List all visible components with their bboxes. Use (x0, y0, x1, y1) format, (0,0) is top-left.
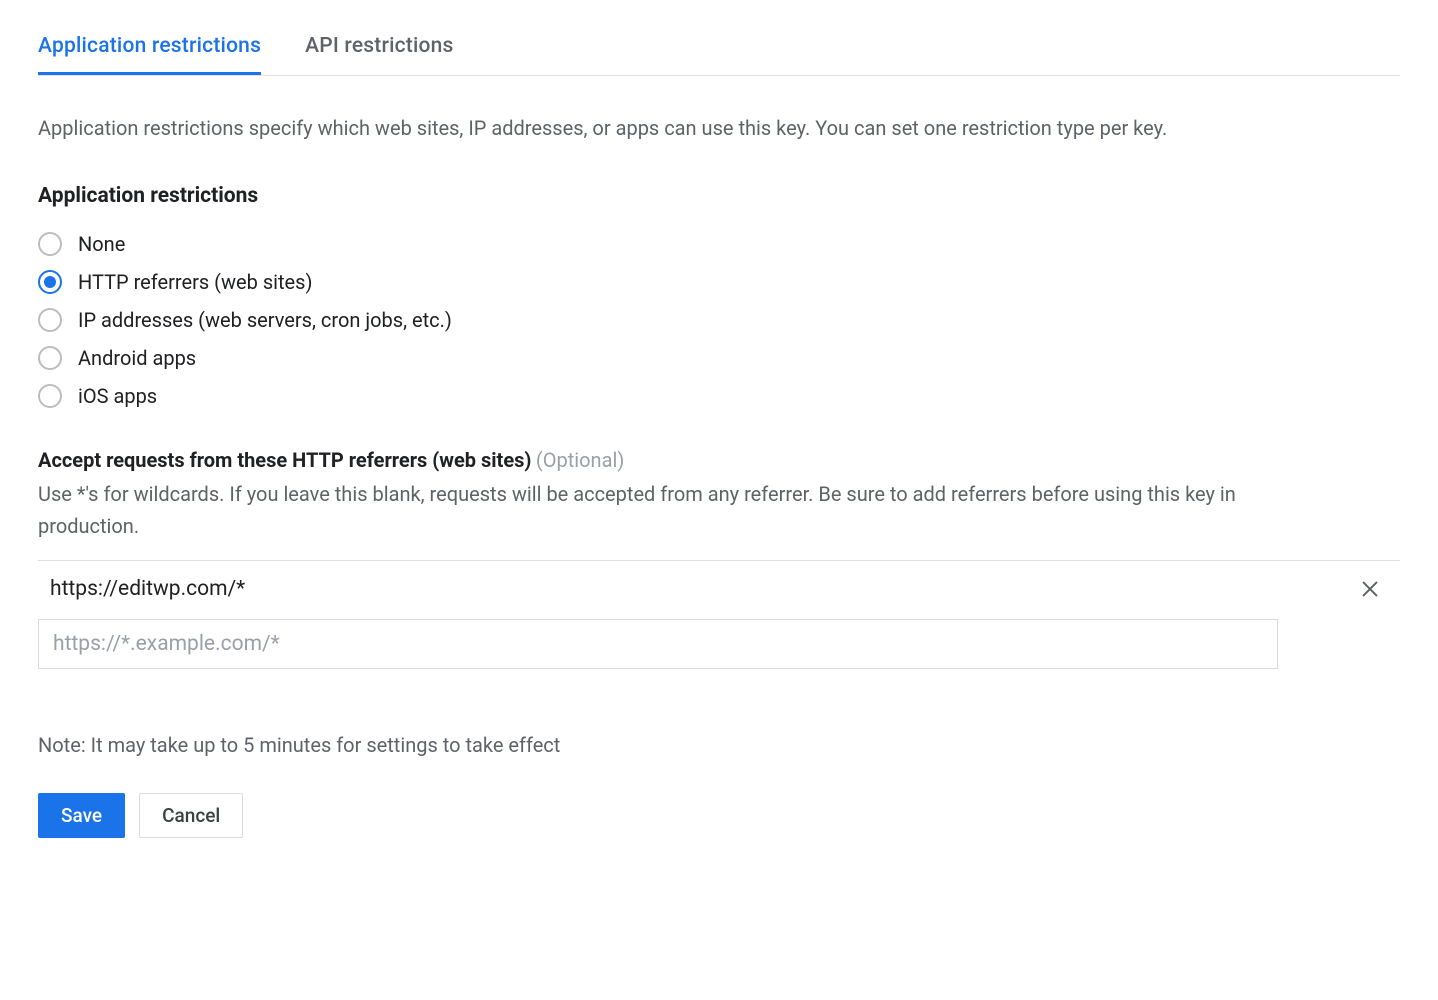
radio-option-ip-addresses[interactable]: IP addresses (web servers, cron jobs, et… (38, 308, 1400, 332)
save-button[interactable]: Save (38, 793, 125, 838)
page-description: Application restrictions specify which w… (38, 112, 1238, 144)
tab-api-restrictions[interactable]: API restrictions (305, 20, 453, 75)
section-heading-application-restrictions: Application restrictions (38, 184, 1400, 208)
button-row: Save Cancel (38, 793, 1400, 838)
referrers-section: Accept requests from these HTTP referrer… (38, 448, 1400, 669)
referrer-value[interactable]: https://editwp.com/* (50, 577, 1356, 601)
tab-application-restrictions[interactable]: Application restrictions (38, 20, 261, 75)
referrers-heading: Accept requests from these HTTP referrer… (38, 448, 531, 472)
referrer-list: https://editwp.com/* (38, 560, 1400, 669)
radio-icon (38, 384, 62, 408)
radio-label: iOS apps (78, 384, 157, 408)
radio-label: HTTP referrers (web sites) (78, 270, 312, 294)
radio-label: Android apps (78, 346, 196, 370)
tabs-bar: Application restrictions API restriction… (38, 20, 1400, 76)
radio-option-ios-apps[interactable]: iOS apps (38, 384, 1400, 408)
radio-label: None (78, 232, 125, 256)
close-icon[interactable] (1356, 575, 1384, 603)
referrer-input[interactable] (38, 619, 1278, 669)
optional-label: (Optional) (536, 448, 624, 472)
settings-note: Note: It may take up to 5 minutes for se… (38, 733, 1400, 757)
cancel-button[interactable]: Cancel (139, 793, 243, 838)
radio-icon (38, 308, 62, 332)
radio-group-application-restrictions: None HTTP referrers (web sites) IP addre… (38, 232, 1400, 408)
referrer-entry: https://editwp.com/* (38, 561, 1400, 617)
radio-icon (38, 270, 62, 294)
radio-option-none[interactable]: None (38, 232, 1400, 256)
referrers-description: Use *'s for wildcards. If you leave this… (38, 478, 1278, 542)
radio-label: IP addresses (web servers, cron jobs, et… (78, 308, 452, 332)
radio-icon (38, 346, 62, 370)
radio-icon (38, 232, 62, 256)
radio-option-http-referrers[interactable]: HTTP referrers (web sites) (38, 270, 1400, 294)
radio-option-android-apps[interactable]: Android apps (38, 346, 1400, 370)
